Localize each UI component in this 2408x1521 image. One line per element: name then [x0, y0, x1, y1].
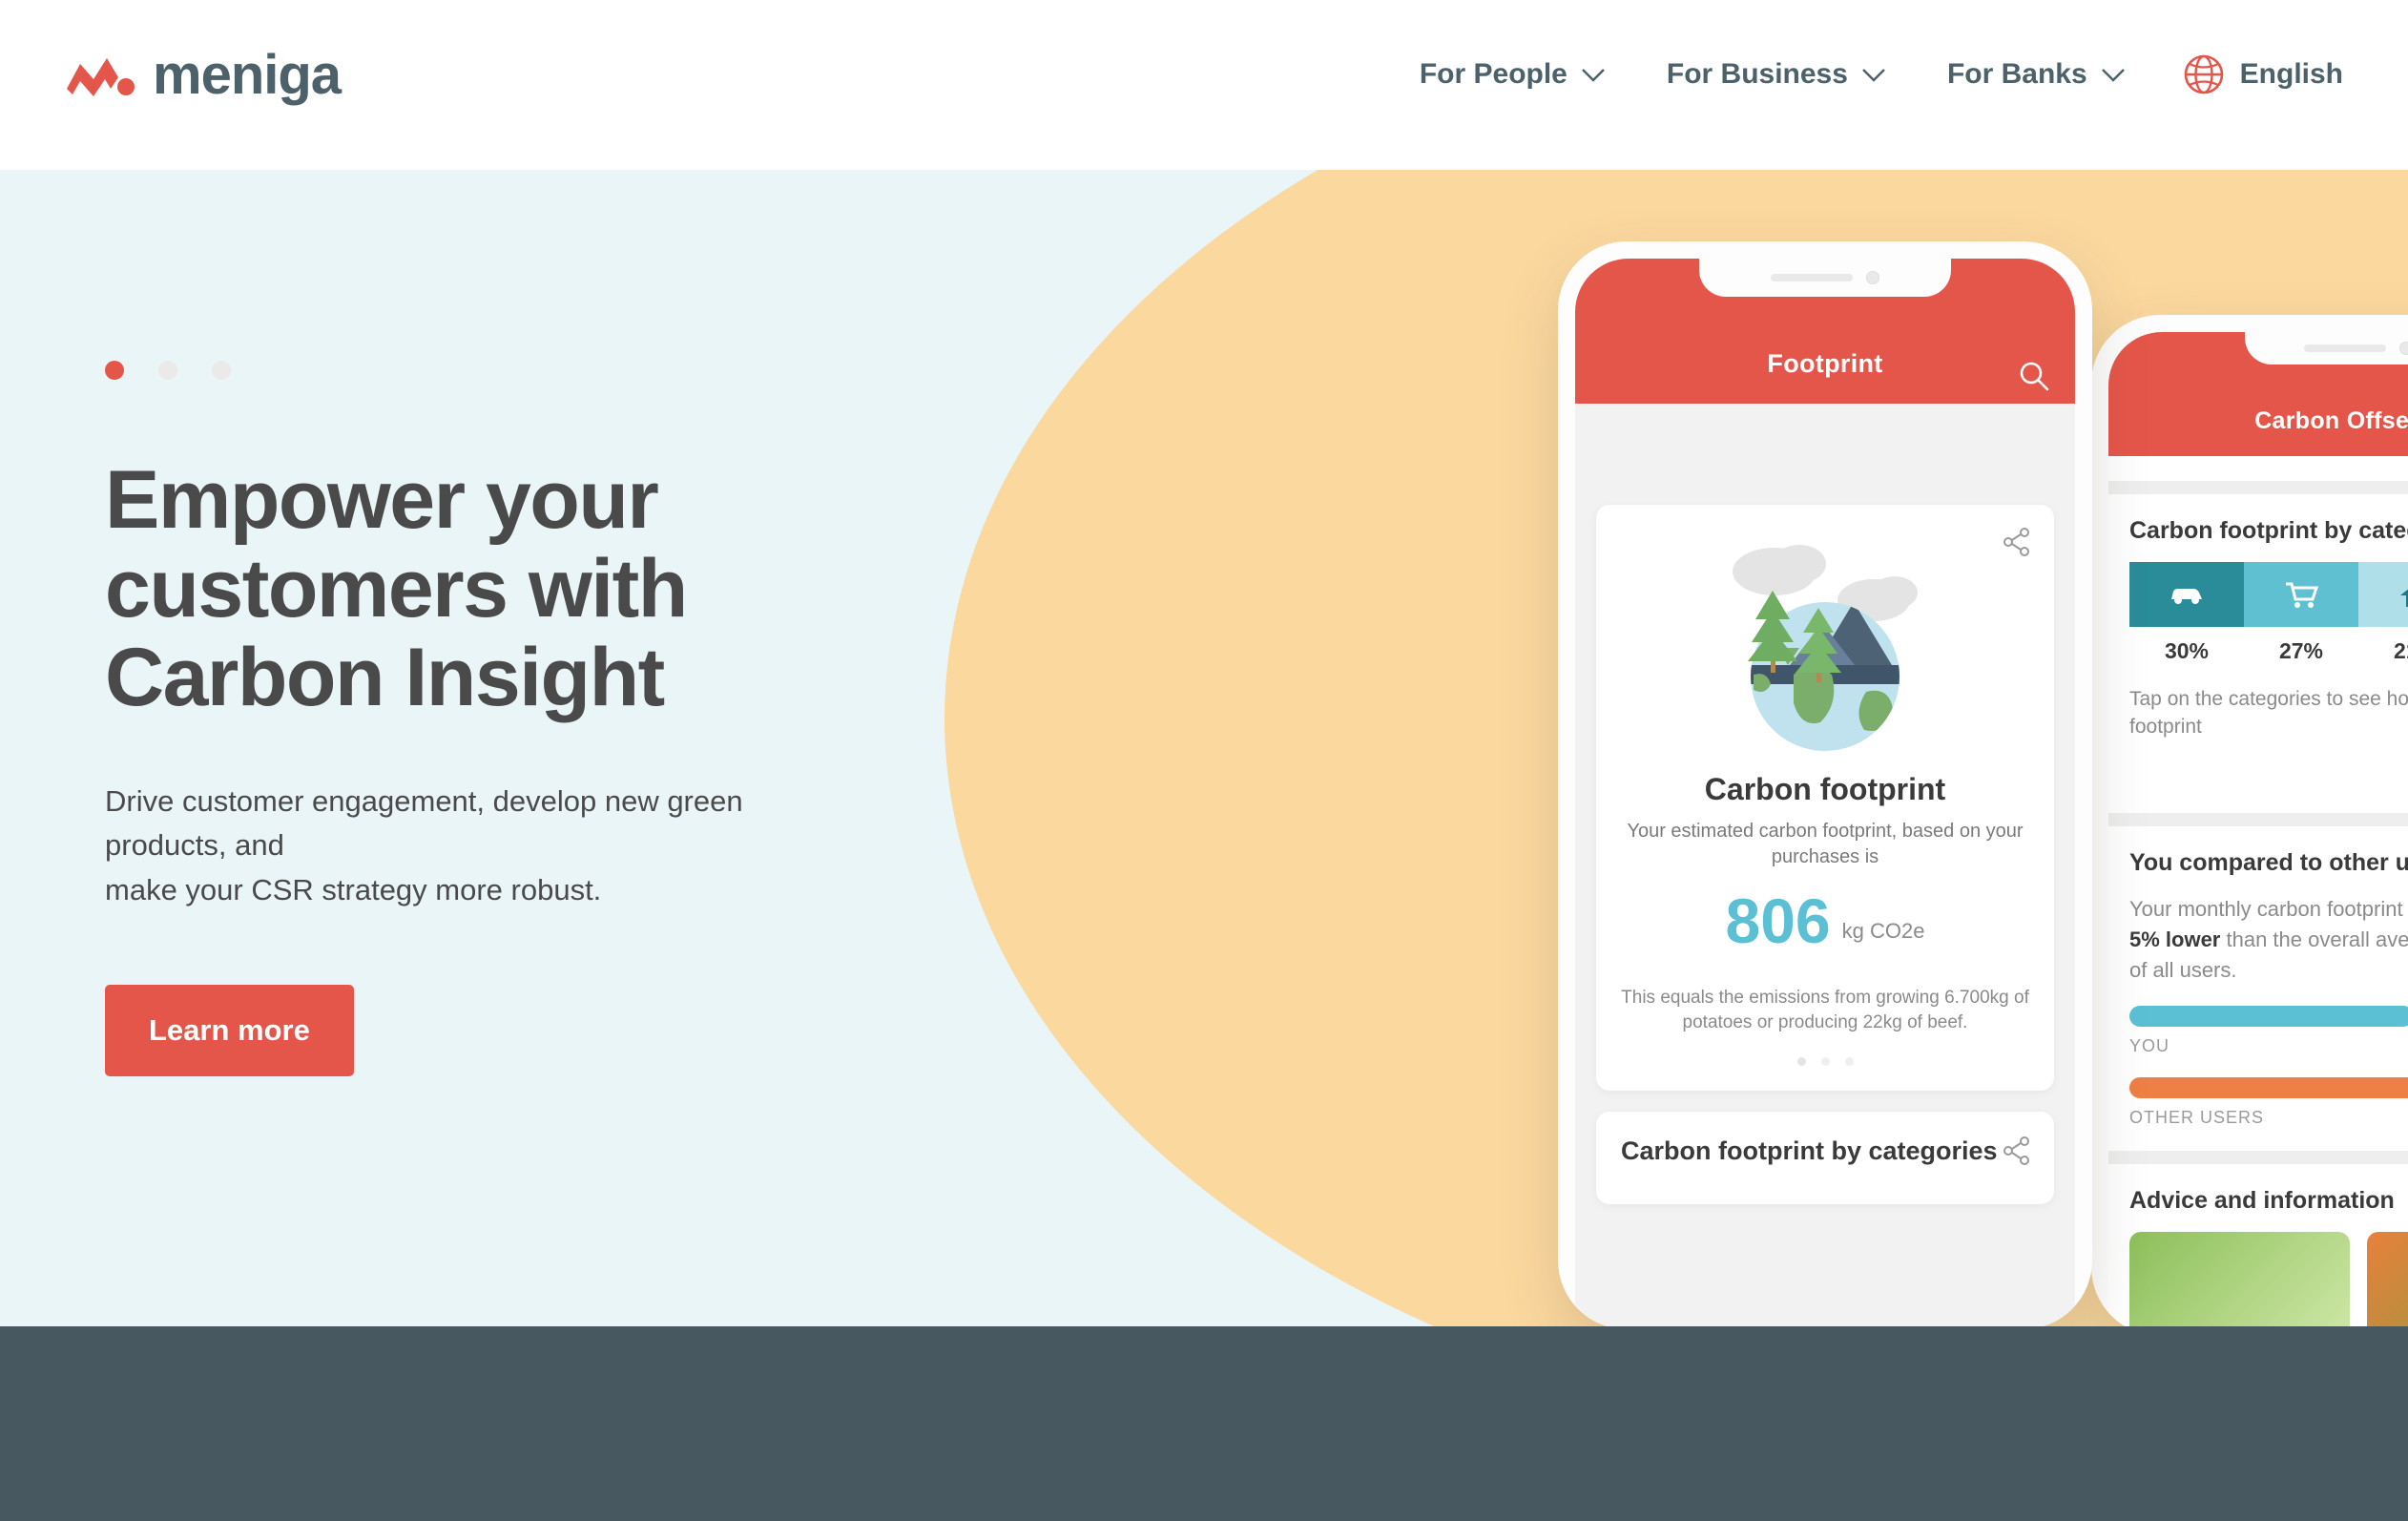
advice-card-carrots[interactable]	[2367, 1232, 2408, 1336]
bar-caption-you: YOU	[2129, 1036, 2170, 1056]
carbon-footprint-card: Carbon footprint Your estimated carbon f…	[1596, 505, 2054, 1091]
site-header: meniga For People For Business For Banks	[0, 0, 2408, 170]
category-percent: 21%	[2393, 638, 2408, 663]
chevron-down-icon	[1862, 68, 1885, 82]
category-cell-car[interactable]	[2129, 562, 2244, 627]
meniga-logo-icon	[67, 58, 135, 96]
speaker-grill	[1771, 274, 1853, 281]
advice-section: Advice and information	[2108, 1164, 2408, 1336]
bar-fill-you	[2129, 1006, 2408, 1028]
footprint-unit: kg CO2e	[1841, 918, 1925, 943]
phone-mockup-carbon-offsetting: Carbon Offsetting Carbon footprint by ca…	[2091, 315, 2408, 1336]
car-icon	[2171, 589, 2202, 604]
category-bar	[2129, 562, 2408, 627]
card-pager-dot-3[interactable]	[1844, 1056, 1854, 1066]
phone-notch	[2245, 332, 2408, 365]
card-pager-dot-1[interactable]	[1796, 1056, 1806, 1066]
nav-item-for-banks[interactable]: For Banks	[1947, 58, 2126, 91]
language-selector[interactable]: English	[2183, 53, 2343, 95]
share-icon[interactable]	[2003, 528, 2031, 556]
view-categories-link[interactable]: View Categories	[2129, 764, 2408, 790]
section-heading: Advice and information	[2129, 1187, 2395, 1215]
front-camera	[1866, 271, 1879, 284]
card-pager	[1621, 1056, 2029, 1066]
compare-section: You compared to other users Your monthly…	[2108, 825, 2408, 1152]
category-cell-home[interactable]	[2358, 562, 2408, 627]
bar-fill-others	[2129, 1077, 2408, 1099]
card-equivalence-note: This equals the emissions from growing 6…	[1621, 987, 2029, 1033]
card-pager-dot-2[interactable]	[1820, 1056, 1830, 1066]
card-description: Your estimated carbon footprint, based o…	[1627, 821, 2024, 867]
shopping-cart-icon	[2286, 582, 2318, 608]
logo[interactable]: meniga	[65, 44, 342, 106]
bar-caption-others: OTHER USERS	[2129, 1108, 2265, 1128]
phone-mockup-footprint: Footprint Carbon footprint Your estimate…	[1558, 241, 2092, 1329]
app-bar-title: Footprint	[1767, 349, 1883, 378]
nav-item-for-business[interactable]: For Business	[1667, 58, 1886, 91]
compare-text-row: Your monthly carbon footprint is 5% lowe…	[2129, 894, 2408, 986]
speaker-grill	[2304, 344, 2386, 352]
chevron-down-icon	[2101, 68, 2125, 82]
phone-screen: Footprint Carbon footprint Your estimate…	[1575, 259, 2075, 1329]
nav-label: For People	[1419, 58, 1567, 90]
section-heading: Carbon footprint by categories	[2129, 517, 2408, 544]
compare-bar-you: 806 kg YOU	[2129, 1004, 2408, 1056]
category-cell-shopping[interactable]	[2244, 562, 2358, 627]
card-heading: Carbon footprint	[1704, 772, 1946, 806]
app-bar: Carbon Offsetting	[2108, 332, 2408, 456]
phone-mockups: Carbon Offsetting Carbon footprint by ca…	[0, 170, 2408, 1336]
category-percents: 30% 27% 21% 17%	[2129, 638, 2408, 664]
footprint-value: 806	[1725, 886, 1831, 956]
screen-content: Carbon footprint Your estimated carbon f…	[1575, 505, 2075, 1329]
nav-label: For Business	[1666, 58, 1848, 90]
search-icon[interactable]	[2018, 360, 2050, 392]
app-bar: Footprint	[1575, 259, 2075, 404]
compare-text-bold: 5% lower	[2129, 927, 2221, 951]
compare-description: Your monthly carbon footprint is 5% lowe…	[2129, 894, 2408, 986]
globe-icon	[2184, 54, 2223, 94]
card-heading: Carbon footprint by categories	[1621, 1136, 1998, 1165]
categories-section: Carbon footprint by categories	[2108, 494, 2408, 813]
earth-illustration	[1621, 526, 2029, 766]
category-percent: 30%	[2164, 638, 2210, 663]
front-camera	[2399, 342, 2408, 355]
category-percent: 27%	[2278, 638, 2324, 663]
logo-wordmark: meniga	[153, 44, 342, 106]
nav-item-for-people[interactable]: For People	[1420, 58, 1606, 91]
app-bar-title: Carbon Offsetting	[2254, 407, 2408, 434]
phone-notch	[1699, 259, 1951, 297]
footprint-value-row: 806 kg CO2e	[1621, 886, 2029, 956]
section-heading: You compared to other users	[2129, 848, 2408, 876]
home-icon	[2400, 589, 2408, 607]
phone-screen: Carbon Offsetting Carbon footprint by ca…	[2108, 332, 2408, 1336]
chevron-down-icon	[1582, 68, 1605, 82]
earth-forest-mountain-icon	[1733, 545, 1918, 751]
compare-bar-others: 912 kg OTHER USERS	[2129, 1075, 2408, 1128]
compare-text-before: Your monthly carbon footprint is	[2129, 896, 2408, 921]
main-nav: For People For Business For Banks Englis…	[1359, 53, 2343, 95]
screen-content: Carbon footprint by categories	[2108, 456, 2408, 1336]
nav-label: For Banks	[1946, 58, 2087, 90]
categories-hint: Tap on the categories to see how to redu…	[2129, 688, 2408, 739]
categories-card: Carbon footprint by categories	[1596, 1111, 2054, 1204]
landing-page: meniga For People For Business For Banks	[0, 0, 2408, 1521]
share-icon[interactable]	[2003, 1136, 2031, 1165]
footer-band	[0, 1326, 2408, 1521]
advice-card-vegetables[interactable]	[2129, 1232, 2350, 1336]
language-label: English	[2239, 58, 2343, 90]
